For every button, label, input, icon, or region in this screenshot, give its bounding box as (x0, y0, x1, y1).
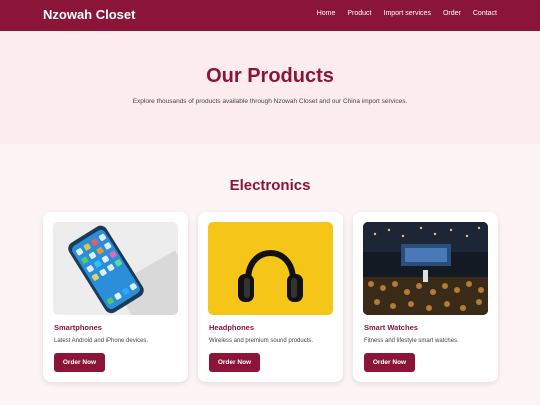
product-description: Wireless and premium sound products. (209, 338, 314, 344)
nav-link-order[interactable]: Order (443, 10, 461, 17)
product-card-headphones: Headphones Wireless and premium sound pr… (198, 212, 343, 382)
page-subtitle: Explore thousands of products available … (132, 98, 408, 105)
hero-section: Our Products Explore thousands of produc… (0, 31, 540, 144)
product-card-smartphones: Smartphones Latest Android and iPhone de… (43, 212, 188, 382)
nav-link-contact[interactable]: Contact (473, 10, 497, 17)
nav-link-home[interactable]: Home (317, 10, 336, 17)
main-nav: Home Product Import services Order Conta… (317, 10, 497, 17)
section-title-electronics: Electronics (229, 177, 311, 194)
product-card-smart-watches: Smart Watches Fitness and lifestyle smar… (353, 212, 498, 382)
product-title: Headphones (209, 323, 255, 332)
product-description: Latest Android and iPhone devices. (54, 338, 149, 344)
nav-link-import-services[interactable]: Import services (384, 10, 431, 17)
brand-logo-text[interactable]: Nzowah Closet (43, 7, 135, 22)
product-description: Fitness and lifestyle smart watches. (364, 338, 459, 344)
product-title: Smartphones (54, 323, 102, 332)
product-title: Smart Watches (364, 323, 418, 332)
smart-watches-image (363, 222, 488, 315)
headphones-image (208, 222, 333, 315)
order-now-button[interactable]: Order Now (364, 353, 415, 372)
order-now-button[interactable]: Order Now (54, 353, 105, 372)
smartphone-image (53, 222, 178, 315)
page-title: Our Products (206, 65, 334, 87)
nav-link-product[interactable]: Product (347, 10, 371, 17)
order-now-button[interactable]: Order Now (209, 353, 260, 372)
top-navbar: Nzowah Closet Home Product Import servic… (0, 0, 540, 31)
